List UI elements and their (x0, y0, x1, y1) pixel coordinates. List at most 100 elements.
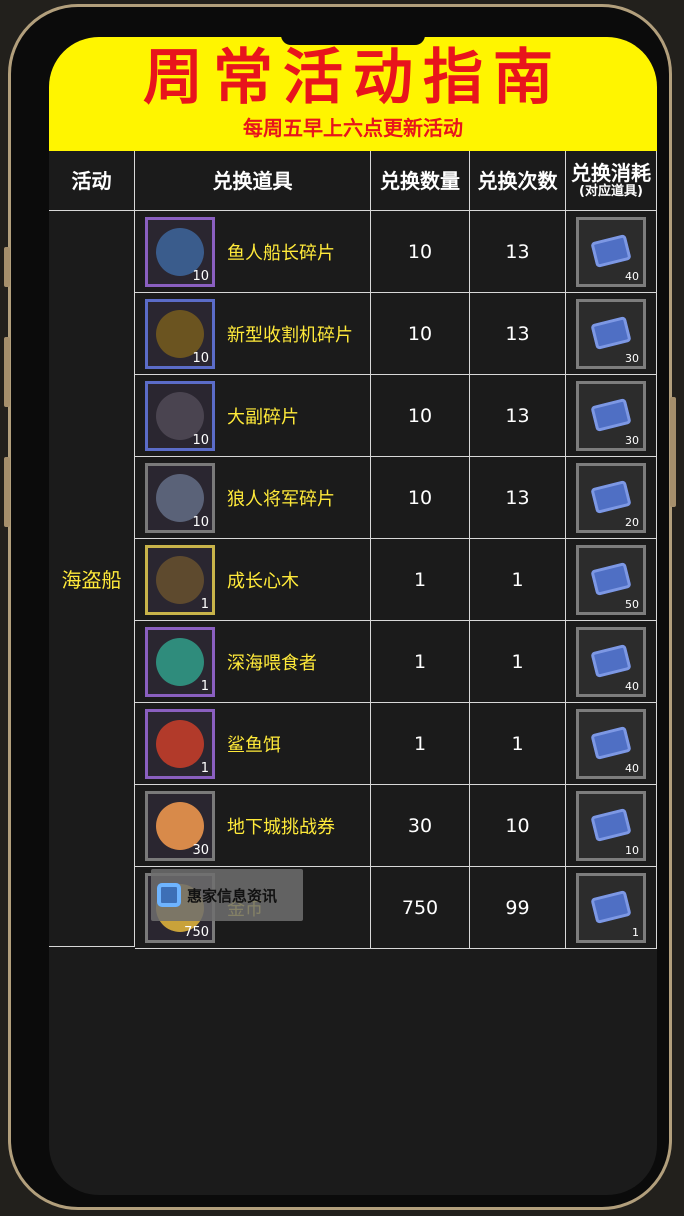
header-times-label: 兑换次数 (477, 168, 558, 193)
watermark-text: 惠家信息资讯 (187, 886, 278, 905)
ticket-icon: 50 (576, 544, 646, 615)
cost-count: 50 (625, 597, 639, 611)
quantity-value: 10 (407, 486, 433, 509)
item-name: 地下城挑战券 (227, 816, 335, 838)
times-cell: 99 (470, 867, 566, 949)
item-cell: 10 鱼人船长碎片 (135, 211, 371, 293)
side-button-left-2 (4, 337, 10, 407)
first-mate-icon: 10 (145, 380, 215, 451)
times-value: 13 (505, 322, 530, 345)
ticket-icon: 30 (576, 380, 646, 451)
cost-cell: 30 (566, 293, 657, 375)
times-cell: 1 (470, 621, 566, 703)
header-quantity: 兑换数量 (371, 151, 470, 211)
header-item-label: 兑换道具 (212, 168, 293, 193)
quantity-cell: 1 (371, 621, 470, 703)
cost-count: 30 (625, 433, 639, 447)
deep-sea-feeder-icon: 1 (145, 626, 215, 697)
watermark: 惠家信息资讯 (151, 869, 303, 921)
item-name: 狼人将军碎片 (227, 488, 335, 510)
times-value: 99 (505, 896, 530, 919)
times-value: 1 (511, 732, 524, 755)
ticket-icon: 40 (576, 708, 646, 779)
cost-cell: 10 (566, 785, 657, 867)
harvester-icon: 10 (145, 298, 215, 369)
item-cell: 30 地下城挑战券 (135, 785, 371, 867)
times-value: 13 (505, 486, 530, 509)
cost-cell: 1 (566, 867, 657, 949)
quantity-cell: 10 (371, 211, 470, 293)
times-cell: 13 (470, 211, 566, 293)
item-count: 10 (192, 514, 209, 530)
quantity-cell: 30 (371, 785, 470, 867)
cost-cell: 20 (566, 457, 657, 539)
quantity-cell: 1 (371, 539, 470, 621)
side-button-left-1 (4, 247, 10, 287)
table-row: 10 大副碎片 10 13 30 (135, 375, 657, 457)
cost-cell: 40 (566, 211, 657, 293)
ticket-icon: 40 (576, 626, 646, 697)
table-row: 1 鲨鱼饵 1 1 40 (135, 703, 657, 785)
item-cell: 10 新型收割机碎片 (135, 293, 371, 375)
quantity-cell: 750 (371, 867, 470, 949)
quantity-cell: 10 (371, 375, 470, 457)
quantity-value: 1 (413, 650, 427, 673)
item-cell: 1 成长心木 (135, 539, 371, 621)
cost-count: 10 (625, 843, 639, 857)
item-count: 10 (192, 432, 209, 448)
times-cell: 10 (470, 785, 566, 867)
werewolf-general-icon: 10 (145, 462, 215, 533)
cost-cell: 50 (566, 539, 657, 621)
header-cost-label: 兑换消耗 (571, 160, 651, 185)
quantity-cell: 1 (371, 703, 470, 785)
side-button-left-3 (4, 457, 10, 527)
times-value: 13 (505, 240, 530, 263)
times-cell: 1 (470, 539, 566, 621)
header-quantity-label: 兑换数量 (380, 168, 460, 193)
item-name: 鲨鱼饵 (227, 734, 281, 756)
banner-subtitle: 每周五早上六点更新活动 (243, 116, 463, 140)
fishman-captain-icon: 10 (145, 216, 215, 287)
cost-count: 40 (625, 679, 639, 693)
item-count: 1 (200, 596, 209, 612)
item-cell: 10 大副碎片 (135, 375, 371, 457)
item-count: 30 (192, 842, 209, 858)
ticket-icon: 30 (576, 298, 646, 369)
item-cell: 1 鲨鱼饵 (135, 703, 371, 785)
times-value: 1 (511, 650, 524, 673)
screen: 周常活动指南 每周五早上六点更新活动 活动 兑换道具 兑换数量 兑换次数 兑换消… (49, 37, 657, 1195)
watermark-logo-icon (157, 883, 181, 907)
banner: 周常活动指南 每周五早上六点更新活动 (49, 37, 657, 151)
item-name: 鱼人船长碎片 (227, 242, 335, 264)
item-name: 大副碎片 (227, 406, 299, 428)
cost-cell: 30 (566, 375, 657, 457)
banner-title: 周常活动指南 (143, 43, 563, 113)
header-cost-note: (对应道具) (579, 183, 643, 199)
times-cell: 13 (470, 375, 566, 457)
ticket-icon: 10 (576, 790, 646, 861)
times-value: 1 (511, 568, 524, 591)
quantity-value: 10 (407, 240, 433, 263)
shark-bait-icon: 1 (145, 708, 215, 779)
table-row: 10 狼人将军碎片 10 13 20 (135, 457, 657, 539)
quantity-cell: 10 (371, 293, 470, 375)
item-name: 深海喂食者 (227, 652, 317, 674)
activity-name: 海盗船 (61, 568, 122, 592)
ticket-icon: 1 (576, 872, 646, 943)
times-value: 10 (505, 814, 530, 837)
quantity-value: 10 (407, 322, 433, 345)
quantity-cell: 10 (371, 457, 470, 539)
cost-count: 40 (625, 269, 639, 283)
times-cell: 13 (470, 457, 566, 539)
phone-frame: 周常活动指南 每周五早上六点更新活动 活动 兑换道具 兑换数量 兑换次数 兑换消… (4, 4, 676, 1210)
header-times: 兑换次数 (470, 151, 566, 211)
item-count: 1 (200, 760, 209, 776)
item-cell: 1 深海喂食者 (135, 621, 371, 703)
quantity-value: 1 (413, 568, 427, 591)
header-activity-label: 活动 (71, 168, 112, 193)
quantity-value: 750 (401, 896, 439, 919)
heartwood-icon: 1 (145, 544, 215, 615)
notch (281, 37, 425, 45)
activity-cell: 海盗船 (49, 211, 135, 947)
item-name: 新型收割机碎片 (227, 324, 353, 346)
